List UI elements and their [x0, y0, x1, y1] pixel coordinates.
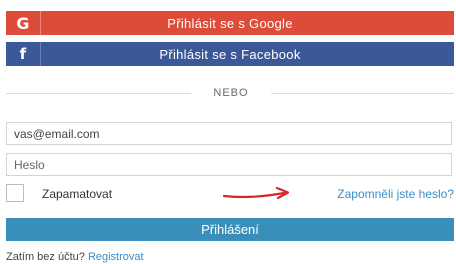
facebook-login-label: Přihlásit se s Facebook [159, 46, 301, 62]
facebook-icon: f [6, 42, 41, 66]
divider-line-left [6, 93, 191, 94]
login-panel: G Přihlásit se s Google f Přihlásit se s… [0, 0, 456, 264]
password-field[interactable]: Heslo [6, 153, 452, 176]
remember-checkbox[interactable] [6, 184, 24, 202]
forgot-password-link[interactable]: Zapomněli jste heslo? [337, 187, 454, 201]
email-field[interactable]: vas@email.com [6, 122, 452, 145]
facebook-login-button[interactable]: f Přihlásit se s Facebook [6, 42, 454, 66]
google-icon: G [6, 11, 41, 35]
login-button[interactable]: Přihlášení [6, 218, 454, 241]
red-arrow-annotation [222, 186, 290, 200]
remember-label: Zapamatovat [42, 187, 113, 201]
or-divider-text: NEBO [213, 87, 249, 99]
google-login-button[interactable]: G Přihlásit se s Google [6, 11, 454, 35]
register-prompt-text: Zatím bez účtu? [6, 251, 85, 263]
register-prompt: Zatím bez účtu? Registrovat [6, 251, 144, 263]
divider-line-right [271, 93, 454, 94]
google-login-label: Přihlásit se s Google [167, 15, 293, 31]
register-link[interactable]: Registrovat [88, 251, 144, 263]
